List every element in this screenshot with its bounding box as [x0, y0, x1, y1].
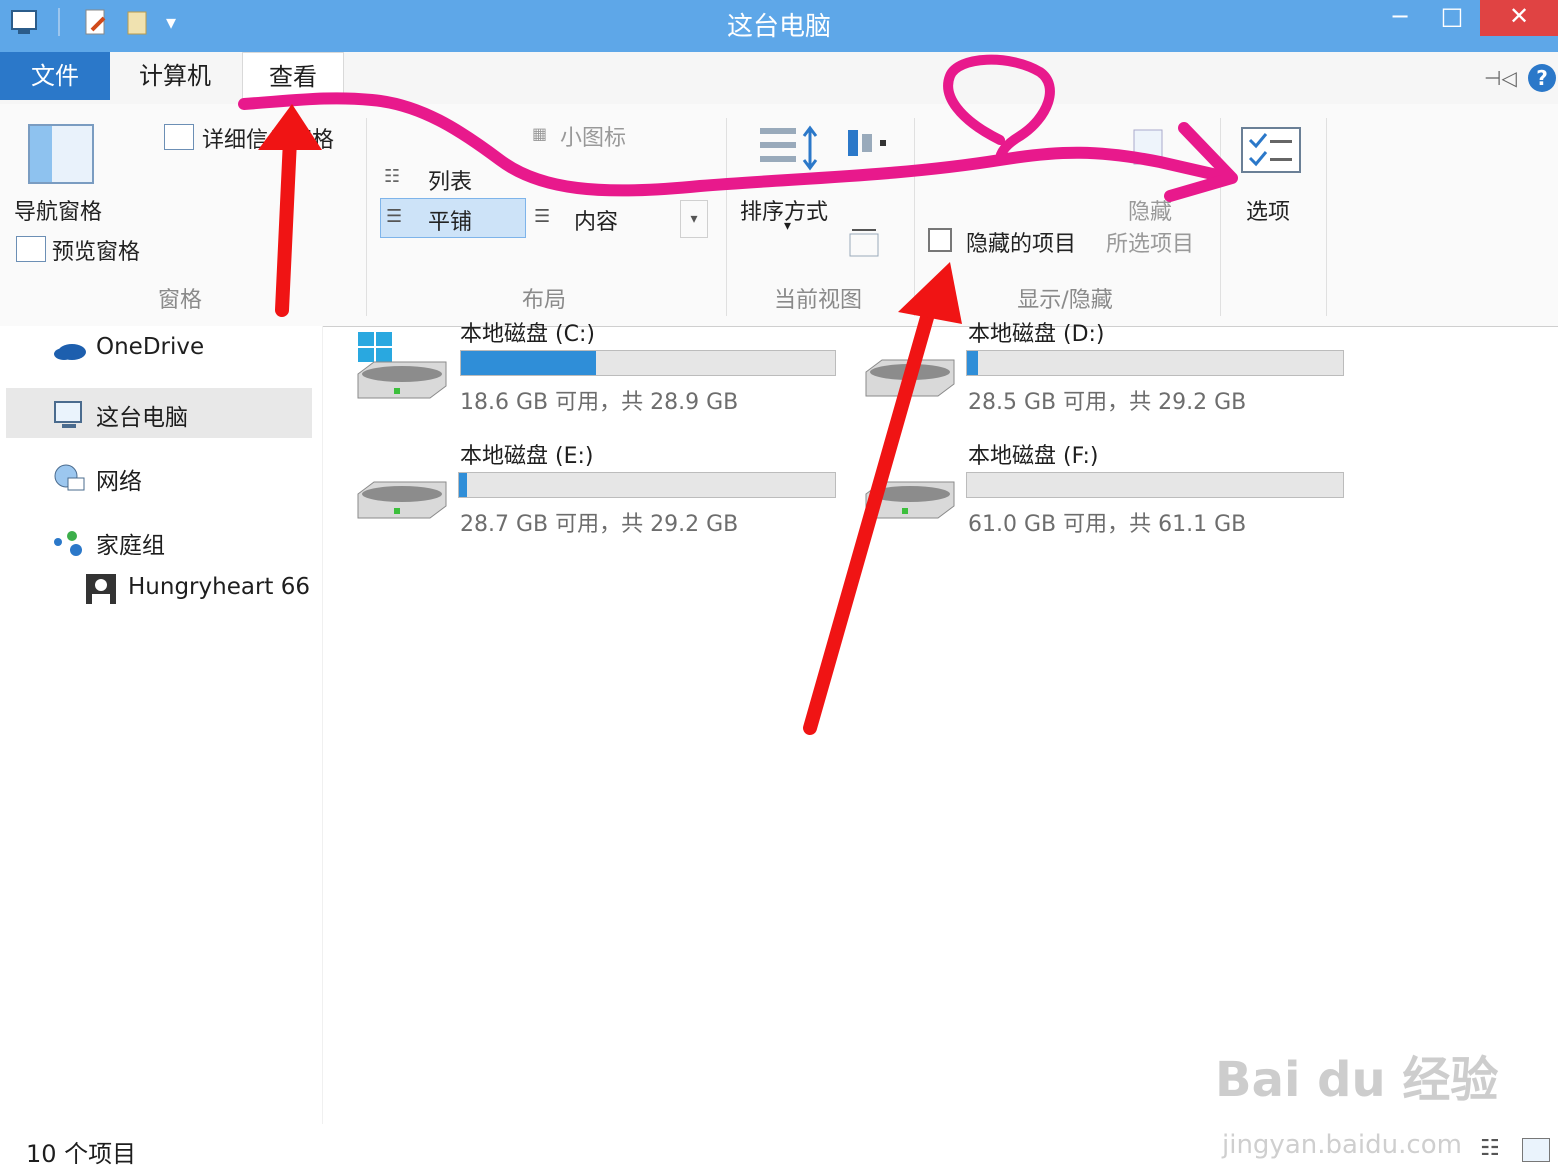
details-view-icon[interactable]: ☷	[1480, 1136, 1500, 1161]
baidu-watermark-url: jingyan.baidu.com	[1222, 1130, 1462, 1160]
item-count: 10 个项目	[26, 1140, 137, 1168]
red-arrowhead-left	[258, 104, 322, 150]
annotation-overlay	[238, 54, 1238, 735]
magenta-annotation-arrow	[238, 92, 1236, 197]
red-arrowhead-right	[898, 262, 962, 324]
baidu-watermark: Bai du 经验	[1215, 1052, 1499, 1108]
red-arrow-up-left	[275, 133, 297, 317]
red-arrow-up-right	[803, 293, 939, 735]
large-icons-view-icon[interactable]	[1522, 1138, 1550, 1162]
magenta-circle	[943, 54, 1055, 165]
